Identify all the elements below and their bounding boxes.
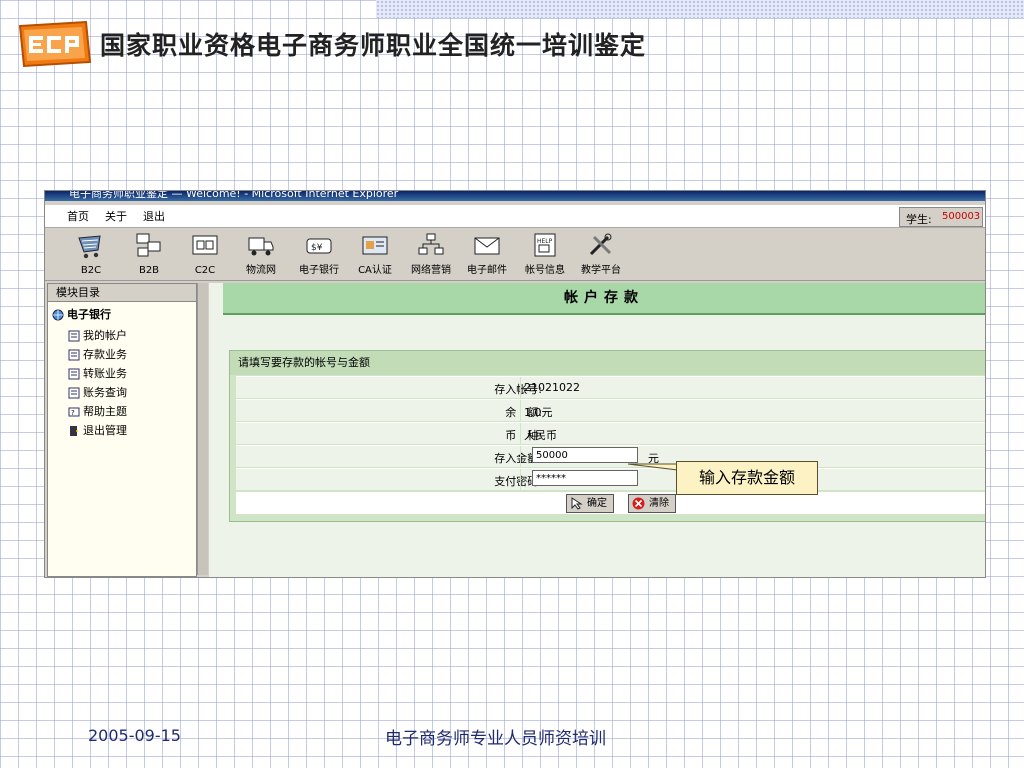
help-book-icon: HELP <box>534 233 556 257</box>
toolbar-b2b[interactable]: B2B <box>123 232 175 278</box>
sidebar-scrollbar[interactable] <box>197 283 208 575</box>
sidebar-item-deposit[interactable]: 存款业务 <box>68 346 127 362</box>
row-account: 存入帐号: 21021022 <box>236 376 985 398</box>
browser-window: 电子商务师职业鉴定 — Welcome! - Microsoft Interne… <box>44 190 986 578</box>
footer-title: 电子商务师专业人员师资培训 <box>385 729 606 749</box>
slide-title: 国家职业资格电子商务师职业全国统一培训鉴定 <box>100 31 647 60</box>
window-title: 电子商务师职业鉴定 — Welcome! - Microsoft Interne… <box>69 190 399 200</box>
menu-bar: 首页 关于 退出 学生: 500003 <box>45 205 985 228</box>
sidebar-item-query[interactable]: 账务查询 <box>68 384 127 400</box>
exit-icon <box>70 426 78 436</box>
footer-date: 2005-09-15 <box>88 726 181 745</box>
toolbar-b2c[interactable]: B2C <box>65 232 117 278</box>
b2b-icon <box>136 233 161 257</box>
toolbar-email[interactable]: 电子邮件 <box>461 232 513 278</box>
page-icon <box>68 368 80 380</box>
main-content: 帐户存款 请填写要存款的帐号与金额 存入帐号: 21021022 余 额: 1.… <box>209 283 985 577</box>
window-titlebar: 电子商务师职业鉴定 — Welcome! - Microsoft Interne… <box>45 191 985 201</box>
mail-icon <box>474 237 500 255</box>
tools-icon <box>589 233 612 256</box>
sidebar-item-transfer[interactable]: 转账业务 <box>68 365 127 381</box>
toolbar-c2c[interactable]: C2C <box>179 232 231 278</box>
svg-text:HELP: HELP <box>537 238 553 245</box>
cart-icon <box>78 235 101 259</box>
ecp-logo <box>18 20 92 68</box>
deposit-form: 请填写要存款的帐号与金额 存入帐号: 21021022 余 额: 1.0元 币 … <box>229 350 985 522</box>
callout-pointer <box>627 463 679 471</box>
menu-about[interactable]: 关于 <box>105 208 127 224</box>
student-box: 学生: 500003 <box>899 207 983 227</box>
clear-icon <box>632 497 645 510</box>
help-icon: ? <box>68 407 80 417</box>
module-sidebar: 模块目录 电子银行 我的帐户 存款业务 转账业务 账务查询 ? 帮助主题 退出管理 <box>47 283 197 577</box>
row-currency: 币 种: 人民币 <box>236 422 985 444</box>
cursor-icon <box>571 497 583 510</box>
toolbar-account-info[interactable]: HELP 帐号信息 <box>519 232 571 278</box>
truck-icon <box>248 237 274 256</box>
c2c-icon <box>192 235 218 255</box>
svg-text:?: ? <box>71 409 75 417</box>
sidebar-header: 模块目录 <box>48 284 196 302</box>
student-id: 500003 <box>942 211 981 222</box>
slide-top-band <box>376 0 1024 18</box>
form-caption: 请填写要存款的帐号与金额 <box>230 351 985 375</box>
sidebar-item-help[interactable]: ? 帮助主题 <box>68 403 127 419</box>
amount-input[interactable]: 50000 <box>532 447 638 463</box>
page-title: 帐户存款 <box>223 283 985 315</box>
sidebar-item-my-account[interactable]: 我的帐户 <box>68 327 127 343</box>
tree-root-ebank[interactable]: 电子银行 <box>52 306 111 322</box>
toolbar-teaching[interactable]: 教学平台 <box>575 232 627 278</box>
globe-icon <box>52 309 64 321</box>
toolbar-ca[interactable]: CA认证 <box>349 232 401 278</box>
row-amount: 存入金额: 50000 元 <box>236 445 985 467</box>
page-icon <box>68 349 80 361</box>
toolbar-logistics[interactable]: 物流网 <box>235 232 287 278</box>
student-label: 学生: <box>906 213 932 226</box>
sidebar-item-logout[interactable]: 退出管理 <box>68 422 127 438</box>
row-balance: 余 额: 1.0元 <box>236 399 985 421</box>
svg-text:$¥: $¥ <box>311 243 323 253</box>
row-password: 支付密码: ****** <box>236 468 985 490</box>
menu-home[interactable]: 首页 <box>67 208 89 224</box>
confirm-button[interactable]: 确定 <box>566 494 614 513</box>
bank-icon: $¥ <box>306 238 332 254</box>
button-row: 确定 清除 <box>236 492 985 514</box>
callout-box: 输入存款金额 <box>676 461 818 495</box>
toolbar-marketing[interactable]: 网络营销 <box>405 232 457 278</box>
menu-exit[interactable]: 退出 <box>143 208 165 224</box>
toolbar-ebank[interactable]: $¥ 电子银行 <box>293 232 345 278</box>
password-input[interactable]: ****** <box>532 470 638 486</box>
page-icon <box>68 387 80 399</box>
certificate-icon <box>362 236 388 255</box>
network-icon <box>418 233 444 255</box>
page-icon <box>68 330 80 342</box>
clear-button[interactable]: 清除 <box>628 494 676 513</box>
toolbar: B2C B2B C2C 物流网 $¥ 电子银行 CA认证 网络营销 电子邮件 H… <box>45 228 985 281</box>
